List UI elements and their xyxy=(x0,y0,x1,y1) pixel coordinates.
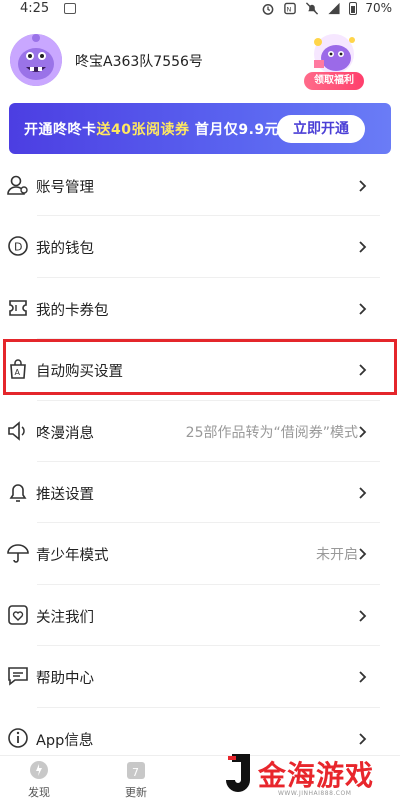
heart-card-icon xyxy=(8,604,28,625)
wallet-icon: D xyxy=(8,236,28,257)
chat-icon xyxy=(8,667,28,686)
info-icon xyxy=(8,727,28,748)
avatar[interactable] xyxy=(10,34,62,86)
image-icon xyxy=(64,3,76,14)
tab-label: 更新 xyxy=(125,786,147,799)
vip-text-highlight: 送40张阅读券 xyxy=(96,122,190,138)
chevron-right-icon xyxy=(359,671,367,683)
menu-item-help[interactable]: 帮助中心 xyxy=(0,646,400,708)
menu-label: 我的钱包 xyxy=(36,241,94,258)
chevron-right-icon xyxy=(359,364,367,376)
profile-header: 咚宝A363队7556号 领取福利 xyxy=(0,26,400,92)
battery-icon xyxy=(349,1,358,15)
menu-item-messages[interactable]: 咚漫消息 25部作品转为“借阅券”模式 xyxy=(0,401,400,463)
vip-text-prefix: 开通咚咚卡 xyxy=(24,122,97,138)
vip-promo-banner[interactable]: 开通咚咚卡送40张阅读券 首月仅9.9元 立即开通 xyxy=(9,103,391,154)
user-icon xyxy=(7,175,28,195)
nfc-icon: N xyxy=(284,2,297,14)
watermark-text: 金海游戏 xyxy=(258,759,375,792)
menu-label: 推送设置 xyxy=(36,486,94,503)
menu-value: 未开启 xyxy=(316,547,358,564)
chevron-right-icon xyxy=(359,425,367,438)
menu-label: 我的卡券包 xyxy=(36,302,109,319)
chevron-right-icon xyxy=(359,548,367,560)
vip-text-suffix: 首月仅9.9元 xyxy=(189,122,280,138)
vip-open-button[interactable]: 立即开通 xyxy=(277,115,365,143)
chevron-right-icon xyxy=(359,303,367,315)
bell-icon xyxy=(9,484,27,502)
menu-item-wallet[interactable]: D 我的钱包 xyxy=(0,216,400,279)
menu-label: 账号管理 xyxy=(36,180,94,196)
mute-icon xyxy=(306,1,319,15)
menu-label: 帮助中心 xyxy=(36,671,94,688)
chevron-right-icon xyxy=(359,241,367,254)
shopping-bag-icon: A xyxy=(10,359,26,379)
battery-percent: 70% xyxy=(365,1,392,15)
svg-text:A: A xyxy=(15,368,21,377)
chevron-right-icon xyxy=(359,487,367,499)
welfare-button[interactable]: 领取福利 xyxy=(304,32,364,90)
menu-item-teen-mode[interactable]: 青少年模式 未开启 xyxy=(0,523,400,586)
status-time: 4:25 xyxy=(20,1,50,16)
watermark-url: WWW.JINHAI888.COM xyxy=(278,790,352,797)
menu-item-auto-purchase[interactable]: A 自动购买设置 xyxy=(0,339,400,401)
menu-item-coupons[interactable]: 我的卡券包 xyxy=(0,278,400,340)
svg-text:D: D xyxy=(14,241,22,254)
tab-discover[interactable]: 发现 xyxy=(14,759,64,800)
welfare-label: 领取福利 xyxy=(304,72,364,90)
svg-text:N: N xyxy=(287,5,292,13)
status-icons: N 70% xyxy=(261,1,392,15)
menu-label: 关注我们 xyxy=(36,609,94,626)
umbrella-icon xyxy=(7,544,29,564)
status-bar: 4:25 N 70% xyxy=(0,0,400,18)
menu-label: 自动购买设置 xyxy=(36,364,123,381)
monster-avatar-icon xyxy=(10,34,62,86)
menu-label: 咚漫消息 xyxy=(36,425,94,442)
watermark-j-icon xyxy=(226,754,250,792)
settings-menu: 账号管理 D 我的钱包 我的卡券包 A 自动购买设置 咚漫消息 25部作品转为“… xyxy=(0,155,400,769)
discover-icon xyxy=(30,761,48,779)
menu-item-follow-us[interactable]: 关注我们 xyxy=(0,585,400,647)
signal-4g-icon xyxy=(328,2,340,14)
menu-item-account[interactable]: 账号管理 xyxy=(0,155,400,217)
calendar-badge: 7 xyxy=(132,766,139,779)
calendar-icon: 7 xyxy=(127,762,145,779)
coupon-icon xyxy=(9,299,27,316)
speaker-icon xyxy=(8,420,25,441)
chevron-right-icon xyxy=(359,732,367,745)
tab-label: 发现 xyxy=(28,786,50,799)
chevron-right-icon xyxy=(359,610,367,622)
menu-label: App信息 xyxy=(36,732,94,749)
vip-promo-text: 开通咚咚卡送40张阅读券 首月仅9.9元 xyxy=(24,119,279,139)
welfare-monster-icon xyxy=(314,34,355,74)
menu-label: 青少年模式 xyxy=(36,548,109,565)
menu-value: 25部作品转为“借阅券”模式 xyxy=(185,424,358,441)
alarm-icon xyxy=(262,3,274,15)
username: 咚宝A363队7556号 xyxy=(75,54,203,70)
menu-item-push[interactable]: 推送设置 xyxy=(0,462,400,524)
tab-updates[interactable]: 7 更新 xyxy=(111,759,161,800)
watermark-logo: 金海游戏 WWW.JINHAI888.COM xyxy=(222,748,392,800)
chevron-right-icon xyxy=(359,180,367,192)
